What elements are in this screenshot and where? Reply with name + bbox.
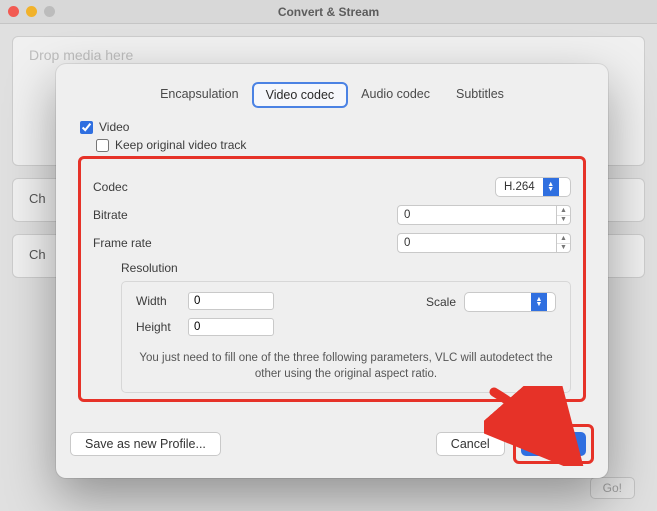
keep-original-label: Keep original video track xyxy=(115,138,246,152)
profile-edit-modal: Encapsulation Video codec Audio codec Su… xyxy=(56,64,608,478)
resolution-group: Resolution Width Height xyxy=(121,261,571,393)
width-label: Width xyxy=(136,294,180,308)
codec-select[interactable]: H.264 ▲▼ xyxy=(495,177,571,197)
tab-encapsulation[interactable]: Encapsulation xyxy=(147,82,252,108)
bitrate-label: Bitrate xyxy=(93,208,193,222)
resolution-hint: You just need to fill one of the three f… xyxy=(136,350,556,382)
framerate-label: Frame rate xyxy=(93,236,193,250)
main-window: Convert & Stream Drop media here Ch Ch G… xyxy=(0,0,657,511)
chevron-down-icon[interactable]: ▼ xyxy=(557,216,570,225)
tab-audio-codec[interactable]: Audio codec xyxy=(348,82,443,108)
codec-row: Codec H.264 ▲▼ xyxy=(93,177,571,197)
cancel-button[interactable]: Cancel xyxy=(436,432,505,456)
scale-select[interactable]: ▲▼ xyxy=(464,292,556,312)
bitrate-step-buttons[interactable]: ▲▼ xyxy=(557,205,571,225)
modal-footer: Save as new Profile... Cancel Apply xyxy=(70,424,594,464)
codec-label: Codec xyxy=(93,180,193,194)
video-enable-row[interactable]: Video xyxy=(80,120,586,134)
resolution-box: Width Height Scale xyxy=(121,281,571,393)
tabs: Encapsulation Video codec Audio codec Su… xyxy=(70,82,594,108)
tab-subtitles[interactable]: Subtitles xyxy=(443,82,517,108)
video-enable-label: Video xyxy=(99,120,129,134)
bitrate-input[interactable] xyxy=(397,205,557,225)
tab-video-codec[interactable]: Video codec xyxy=(252,82,349,108)
scale-label: Scale xyxy=(426,295,456,309)
video-enable-checkbox[interactable] xyxy=(80,121,93,134)
chevron-up-icon[interactable]: ▲ xyxy=(557,234,570,244)
save-profile-button[interactable]: Save as new Profile... xyxy=(70,432,221,456)
framerate-input[interactable] xyxy=(397,233,557,253)
highlight-apply-box: Apply xyxy=(513,424,594,464)
keep-original-checkbox[interactable] xyxy=(96,139,109,152)
width-input[interactable] xyxy=(188,292,274,310)
apply-button[interactable]: Apply xyxy=(521,432,586,456)
bitrate-row: Bitrate ▲▼ xyxy=(93,205,571,225)
video-codec-panel: Video Keep original video track Codec H.… xyxy=(70,120,594,410)
highlight-settings-box: Codec H.264 ▲▼ Bitrate ▲▼ xyxy=(78,156,586,402)
updown-icon: ▲▼ xyxy=(531,293,547,311)
codec-value: H.264 xyxy=(496,181,543,193)
chevron-up-icon[interactable]: ▲ xyxy=(557,206,570,216)
height-label: Height xyxy=(136,320,180,334)
height-row: Height xyxy=(136,318,274,336)
height-input[interactable] xyxy=(188,318,274,336)
keep-original-row[interactable]: Keep original video track xyxy=(96,138,586,152)
updown-icon: ▲▼ xyxy=(543,178,559,196)
scale-row: Scale ▲▼ xyxy=(426,292,556,312)
resolution-label: Resolution xyxy=(121,261,571,275)
width-row: Width xyxy=(136,292,274,310)
framerate-row: Frame rate ▲▼ xyxy=(93,233,571,253)
framerate-step-buttons[interactable]: ▲▼ xyxy=(557,233,571,253)
bitrate-stepper[interactable]: ▲▼ xyxy=(397,205,571,225)
chevron-down-icon[interactable]: ▼ xyxy=(557,244,570,253)
framerate-stepper[interactable]: ▲▼ xyxy=(397,233,571,253)
